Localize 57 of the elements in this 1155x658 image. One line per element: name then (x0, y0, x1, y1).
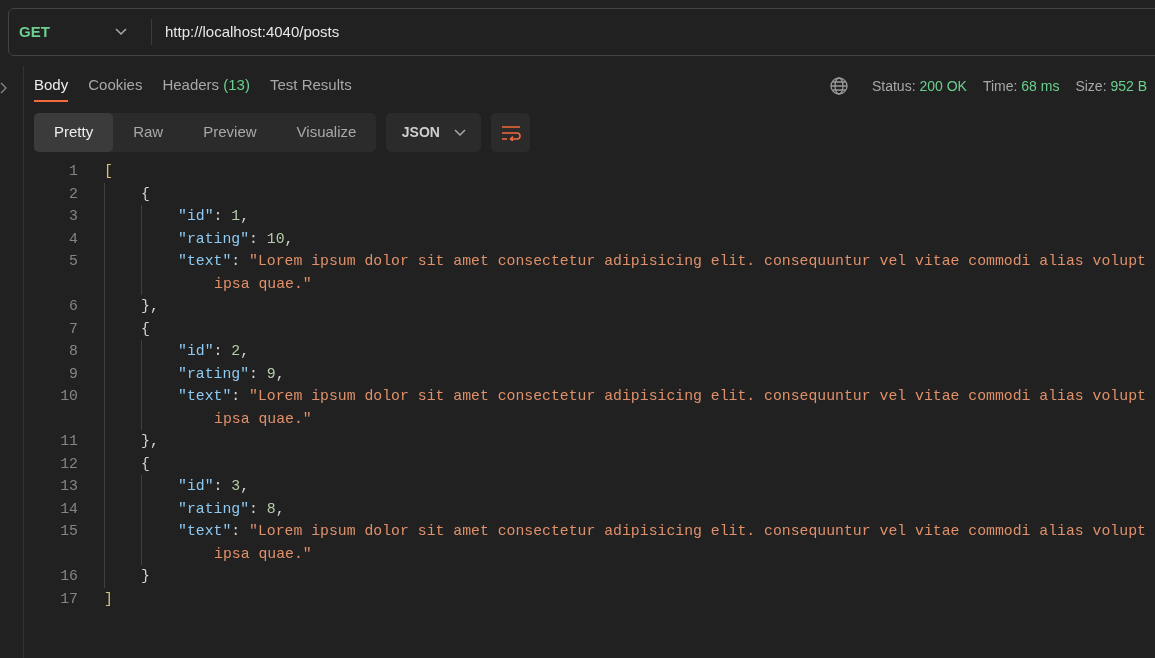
method-dropdown[interactable]: GET (9, 9, 151, 55)
code-line: ipsa quae." (214, 544, 312, 564)
wrap-lines-button[interactable] (491, 113, 531, 152)
line-number: 8 (68, 342, 78, 362)
format-dropdown[interactable]: JSON (386, 113, 482, 152)
line-number: 14 (59, 499, 78, 519)
line-number: 17 (59, 589, 78, 609)
code-line: }, (141, 432, 159, 452)
code-line: "text": "Lorem ipsum dolor sit amet consectetur adipisicing elit. consequuntur vel vitae commodi alias volupt (178, 387, 1146, 407)
response-tab[interactable]: Cookies (88, 69, 143, 103)
line-number: 13 (59, 477, 78, 497)
url-field[interactable]: http://localhost:4040/posts (152, 20, 340, 44)
response-stat: Status: 200 OK (871, 76, 967, 96)
code-line: "rating": 9, (178, 364, 285, 384)
response-stat: Time: 68 ms (982, 76, 1060, 96)
line-number: 11 (59, 432, 78, 452)
code-line: ] (104, 589, 113, 609)
view-mode-tab[interactable]: Visualize (276, 113, 377, 152)
code-line: { (141, 319, 150, 339)
chevron-right-icon[interactable] (0, 81, 8, 94)
code-line: { (141, 184, 150, 204)
line-number: 4 (68, 229, 78, 249)
line-number: 10 (59, 387, 78, 407)
line-number: 6 (68, 297, 78, 317)
code-line: ipsa quae." (214, 274, 312, 294)
view-mode-tab[interactable]: Pretty (34, 113, 114, 152)
wrap-lines-icon (500, 124, 521, 141)
response-tab[interactable]: Test Results (269, 69, 352, 103)
response-tab[interactable]: Body (34, 69, 69, 103)
chevron-down-icon (115, 28, 127, 36)
line-number: 5 (68, 252, 78, 272)
code-line: "text": "Lorem ipsum dolor sit amet consectetur adipisicing elit. consequuntur vel vitae commodi alias volupt (178, 522, 1146, 542)
chevron-down-icon (453, 128, 466, 137)
globe-icon[interactable] (829, 77, 848, 95)
code-line: [ (104, 162, 113, 182)
code-line: "id": 2, (178, 342, 250, 362)
line-number: 1 (68, 162, 78, 182)
view-mode-tab[interactable]: Preview (183, 113, 277, 152)
line-number: 7 (68, 319, 78, 339)
code-line: "id": 1, (178, 207, 250, 227)
line-number: 16 (59, 567, 78, 587)
code-line: { (141, 454, 150, 474)
code-line: "rating": 10, (178, 229, 294, 249)
code-line: } (141, 567, 150, 587)
view-mode-tab[interactable]: Raw (113, 113, 184, 152)
line-number: 3 (68, 207, 78, 227)
code-line: ipsa quae." (214, 409, 312, 429)
response-stat: Size: 952 B (1075, 76, 1147, 96)
code-line: "text": "Lorem ipsum dolor sit amet consectetur adipisicing elit. consequuntur vel vitae commodi alias volupt (178, 252, 1146, 272)
line-number: 2 (68, 184, 78, 204)
line-number: 15 (59, 522, 78, 542)
code-line: "rating": 8, (178, 499, 285, 519)
response-tab[interactable]: Headers (13) (162, 69, 250, 103)
line-number: 12 (59, 454, 78, 474)
line-number: 9 (68, 364, 78, 384)
code-line: "id": 3, (178, 477, 250, 497)
code-line: }, (141, 297, 159, 317)
